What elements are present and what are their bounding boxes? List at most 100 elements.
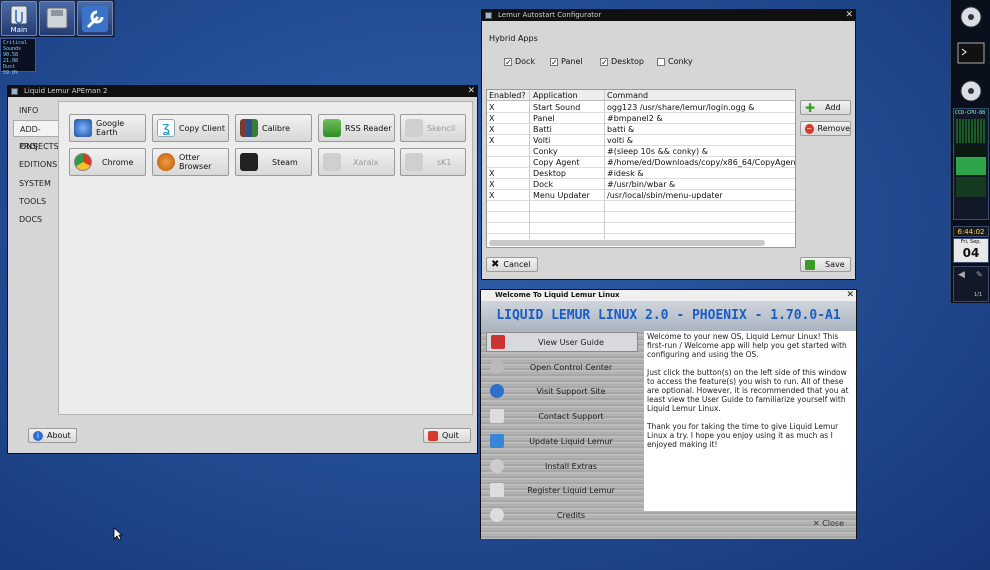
- apeman-titlebar[interactable]: Liquid Lemur APEman 2 ✕: [8, 86, 477, 97]
- tab-projects[interactable]: PROJECTS: [13, 138, 59, 155]
- tab-editions[interactable]: EDITIONS: [13, 156, 58, 173]
- button-label: Quit: [442, 431, 459, 440]
- checkbox-label: Panel: [561, 57, 583, 66]
- welcome-footer: ✕ Close: [644, 511, 856, 539]
- tab-add-ons[interactable]: ADD-ONS: [13, 120, 58, 151]
- table-row[interactable]: X Menu Updater/usr/local/sbin/menu-update…: [487, 190, 795, 201]
- xaralx-button[interactable]: Xaralx: [318, 148, 395, 176]
- install-extras-button[interactable]: Install Extras: [486, 456, 638, 476]
- cell-app: Batti: [533, 125, 552, 134]
- view-user-guide-button[interactable]: View User Guide: [486, 332, 638, 352]
- close-icon[interactable]: ✕: [467, 86, 475, 96]
- welcome-banner: LIQUID LEMUR LINUX 2.0 - PHOENIX - 1.70.…: [481, 301, 856, 331]
- autostart-titlebar[interactable]: Lemur Autostart Configurator ✕: [482, 10, 855, 21]
- credits-button[interactable]: Credits: [486, 505, 638, 525]
- media-launcher[interactable]: [953, 78, 989, 104]
- chat-icon[interactable]: ✎: [976, 270, 983, 279]
- top-dock: Main: [0, 0, 115, 37]
- table-row[interactable]: Conky #(sleep 10s && conky) &: [487, 146, 795, 157]
- google-earth-button[interactable]: Google Earth: [69, 114, 146, 142]
- quit-icon: [428, 430, 438, 441]
- table-row[interactable]: X Dock #/usr/bin/wbar &: [487, 179, 795, 190]
- column-header[interactable]: Application: [533, 90, 603, 101]
- otter-browser-button[interactable]: Otter Browser: [152, 148, 229, 176]
- update-liquid-lemur-button[interactable]: Update Liquid Lemur: [486, 431, 638, 451]
- save-icon: [805, 259, 815, 270]
- chrome-button[interactable]: Chrome: [69, 148, 146, 176]
- table-row[interactable]: X Desktop #idesk &: [487, 168, 795, 179]
- disc-launcher[interactable]: [953, 4, 989, 30]
- table-row[interactable]: X Batti batti &: [487, 124, 795, 135]
- table-row[interactable]: [487, 201, 795, 212]
- table-row[interactable]: X Panel #bmpanel2 &: [487, 113, 795, 124]
- drive-icon: [46, 7, 68, 29]
- desktop-checkbox[interactable]: ✓ Desktop: [600, 57, 644, 66]
- disc-icon: [960, 6, 982, 28]
- conky-checkbox[interactable]: Conky: [657, 57, 693, 66]
- close-x-icon: ✕: [812, 519, 823, 528]
- welcome-menu: View User Guide Open Control Center Visi…: [481, 331, 644, 539]
- cell-app: Conky: [533, 147, 558, 156]
- autostart-window: Lemur Autostart Configurator ✕ Hybrid Ap…: [481, 9, 856, 280]
- table-row[interactable]: [487, 212, 795, 223]
- panel-checkbox[interactable]: ✓ Panel: [550, 57, 583, 66]
- horizontal-scrollbar[interactable]: [489, 240, 765, 246]
- tab-tools[interactable]: TOOLS: [13, 193, 58, 210]
- tab-info[interactable]: INFO: [13, 102, 58, 119]
- main-menu-button[interactable]: Main: [1, 1, 37, 36]
- button-label: Skencil: [427, 123, 456, 133]
- remove-icon: −: [805, 123, 814, 134]
- table-row[interactable]: Copy Agent #/home/ed/Downloads/copy/x86_6…: [487, 157, 795, 168]
- remove-button[interactable]: − Remove: [800, 121, 851, 136]
- contact-support-button[interactable]: Contact Support: [486, 406, 638, 426]
- calendar[interactable]: Fri, Sep. 04: [953, 238, 989, 263]
- register-liquid-lemur-button[interactable]: Register Liquid Lemur: [486, 480, 638, 500]
- calibre-button[interactable]: Calibre: [235, 114, 312, 142]
- right-dock: CCD-CPU-88 6:44:02 Fri, Sep. 04 ◀ ✎ 1/1: [950, 0, 990, 303]
- window-title: Lemur Autostart Configurator: [498, 11, 602, 19]
- sk1-button[interactable]: sK1: [400, 148, 466, 176]
- button-label: Update Liquid Lemur: [529, 436, 613, 446]
- welcome-titlebar[interactable]: Welcome To Liquid Lemur Linux ✕: [481, 290, 856, 301]
- steam-button[interactable]: Steam: [235, 148, 312, 176]
- close-icon[interactable]: ✕: [845, 10, 853, 20]
- quit-button[interactable]: Quit: [423, 428, 471, 443]
- column-header[interactable]: Enabled?: [489, 90, 529, 101]
- drive-button[interactable]: [39, 1, 75, 36]
- table-row[interactable]: X Start Sound ogg123 /usr/share/lemur/logi…: [487, 102, 795, 113]
- about-button[interactable]: i About: [28, 428, 77, 443]
- cell-command: volti &: [607, 136, 633, 145]
- column-header[interactable]: Command: [607, 90, 795, 101]
- add-ons-panel: Google Earth ʓ Copy Client Calibre RSS R…: [58, 101, 473, 415]
- tools-button[interactable]: [77, 1, 113, 36]
- button-label: RSS Reader: [345, 123, 392, 133]
- dock-checkbox[interactable]: ✓ Dock: [504, 57, 535, 66]
- close-icon[interactable]: ✕: [846, 290, 854, 300]
- open-control-center-button[interactable]: Open Control Center: [486, 357, 638, 377]
- add-button[interactable]: ✚ Add: [800, 100, 851, 115]
- button-label: Remove: [817, 124, 850, 133]
- cancel-button[interactable]: ✖ Cancel: [486, 257, 538, 272]
- table-row[interactable]: [487, 223, 795, 234]
- save-button[interactable]: Save: [800, 257, 851, 272]
- checkbox-label: Dock: [515, 57, 536, 66]
- table-row[interactable]: X Volti volti &: [487, 135, 795, 146]
- skencil-button[interactable]: Skencil: [400, 114, 466, 142]
- cancel-icon: ✖: [491, 258, 500, 270]
- volume-icon[interactable]: ◀: [958, 270, 965, 280]
- cell-command: ogg123 /usr/share/lemur/login.ogg &: [607, 103, 755, 112]
- main-menu-label: Main: [10, 26, 28, 34]
- cell-enabled: X: [489, 125, 495, 134]
- cell-enabled: X: [489, 191, 495, 200]
- checkbox-box: ✓: [504, 57, 512, 67]
- tab-docs[interactable]: DOCS: [13, 211, 58, 228]
- cell-enabled: X: [489, 103, 495, 112]
- visit-support-site-button[interactable]: Visit Support Site: [486, 381, 638, 401]
- close-button[interactable]: ✕ Close: [813, 519, 844, 528]
- tab-system[interactable]: SYSTEM: [13, 175, 58, 192]
- terminal-launcher[interactable]: [953, 40, 989, 68]
- copy-client-button[interactable]: ʓ Copy Client: [152, 114, 229, 142]
- rss-reader-button[interactable]: RSS Reader: [318, 114, 395, 142]
- button-label: Chrome: [102, 157, 134, 167]
- memory-graph: [956, 145, 986, 175]
